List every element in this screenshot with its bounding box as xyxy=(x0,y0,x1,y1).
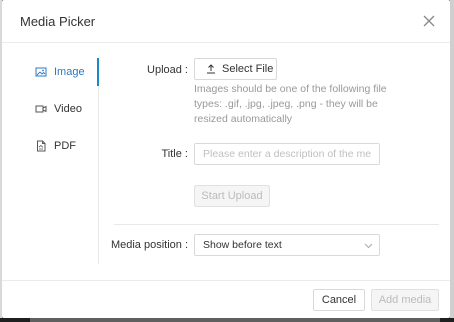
dialog-header: Media Picker xyxy=(2,0,450,43)
select-file-button[interactable]: Select File xyxy=(194,58,277,80)
media-type-sidebar: Image Video PDF xyxy=(2,58,99,264)
sidebar-item-label: PDF xyxy=(54,140,76,152)
dialog-footer: Cancel Add media xyxy=(2,280,450,318)
title-input[interactable] xyxy=(194,143,380,165)
media-position-label: Media position : xyxy=(110,239,188,251)
start-upload-button[interactable]: Start Upload xyxy=(194,185,270,207)
media-position-select[interactable]: Show before text xyxy=(194,234,380,256)
dialog-title: Media Picker xyxy=(20,14,96,29)
background-bar-left xyxy=(0,318,30,322)
upload-label: Upload : xyxy=(147,64,188,76)
media-picker-dialog: Media Picker Image Video PDF Upload: Se… xyxy=(2,0,450,318)
sidebar-item-pdf[interactable]: PDF xyxy=(2,132,98,160)
sidebar-item-label: Video xyxy=(54,103,82,115)
media-position-value: Show before text xyxy=(203,239,282,251)
divider xyxy=(114,224,439,225)
add-media-button[interactable]: Add media xyxy=(371,289,439,311)
upload-help-text: Images should be one of the following fi… xyxy=(194,83,387,125)
video-icon xyxy=(35,105,47,113)
sidebar-item-image[interactable]: Image xyxy=(2,58,99,86)
background-panel-right xyxy=(450,0,454,322)
title-label: Title : xyxy=(161,148,189,160)
select-file-label: Select File xyxy=(222,63,274,75)
upload-icon xyxy=(207,64,215,74)
background-bar-right xyxy=(440,318,454,322)
close-icon[interactable] xyxy=(422,14,436,28)
image-icon xyxy=(35,67,47,77)
chevron-down-icon xyxy=(364,243,373,249)
pdf-icon xyxy=(37,140,46,152)
cancel-button[interactable]: Cancel xyxy=(313,289,365,311)
sidebar-item-label: Image xyxy=(54,66,85,78)
sidebar-item-video[interactable]: Video xyxy=(2,95,98,123)
